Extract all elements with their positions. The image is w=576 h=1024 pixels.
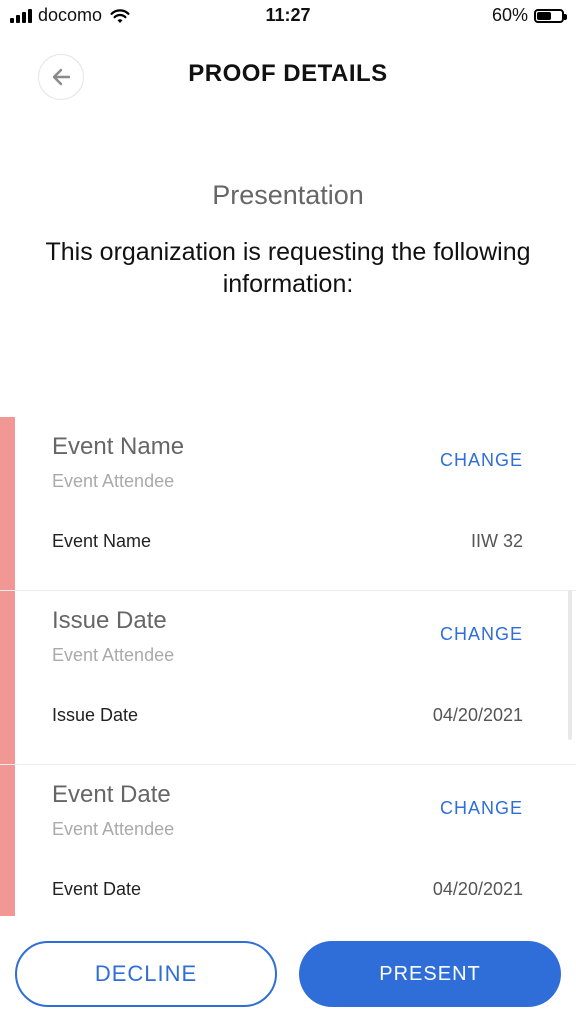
battery-icon <box>534 8 567 23</box>
clock: 11:27 <box>265 5 311 25</box>
field-label: Event Name <box>52 531 152 551</box>
field-value: IIW 32 <box>470 531 523 551</box>
card-accent-bar <box>0 417 15 590</box>
status-right: 60% <box>491 5 567 26</box>
request-message: This organization is requesting the foll… <box>45 238 531 298</box>
attribute-card: Event Name Event Attendee CHANGE Event N… <box>0 417 576 591</box>
battery-percent: 60% <box>491 5 528 25</box>
card-subtitle: Event Attendee <box>52 471 175 491</box>
card-subtitle: Event Attendee <box>52 819 175 839</box>
card-title: Issue Date <box>52 607 167 634</box>
decline-button[interactable]: DECLINE <box>15 941 277 1007</box>
attribute-list: Event Name Event Attendee CHANGE Event N… <box>0 417 576 939</box>
card-subtitle: Event Attendee <box>52 645 175 665</box>
card-title: Event Name <box>52 433 185 460</box>
attribute-card: Issue Date Event Attendee CHANGE Issue D… <box>0 591 576 765</box>
presentation-subtitle: Presentation <box>212 180 364 210</box>
action-bar: DECLINE PRESENT <box>0 916 576 1024</box>
card-accent-bar <box>0 591 15 764</box>
battery-fill <box>537 11 552 20</box>
present-button[interactable]: PRESENT <box>299 941 561 1007</box>
field-label: Issue Date <box>52 705 139 725</box>
field-label: Event Date <box>52 879 142 899</box>
field-value: 04/20/2021 <box>432 705 523 725</box>
change-button[interactable]: CHANGE <box>440 624 523 645</box>
page-title: PROOF DETAILS <box>188 60 388 87</box>
card-title: Event Date <box>52 781 171 808</box>
change-button[interactable]: CHANGE <box>440 450 523 471</box>
card-accent-bar <box>0 765 15 938</box>
attribute-card: Event Date Event Attendee CHANGE Event D… <box>0 765 576 939</box>
field-value: 04/20/2021 <box>432 879 523 899</box>
scrollbar[interactable] <box>568 590 572 740</box>
change-button[interactable]: CHANGE <box>440 798 523 819</box>
status-bar: docomo 11:27 60% <box>0 0 576 34</box>
